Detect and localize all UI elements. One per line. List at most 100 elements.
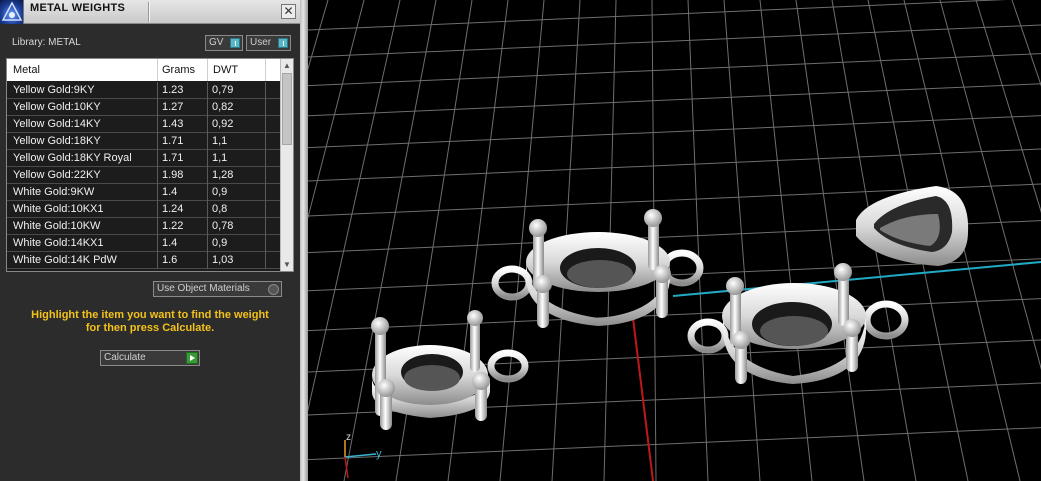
cell-grams: 1.6 xyxy=(162,254,178,266)
3d-viewport[interactable]: z y xyxy=(308,0,1041,481)
column-header-metal[interactable]: Metal xyxy=(13,64,40,76)
cell-grams: 1.22 xyxy=(162,220,184,232)
gv-filter-label: GV xyxy=(209,37,224,48)
column-divider xyxy=(207,167,208,184)
column-divider xyxy=(265,252,266,269)
table-row[interactable]: Yellow Gold:18KY 1.71 1,1 xyxy=(7,133,281,150)
cell-grams: 1.71 xyxy=(162,152,184,164)
calculate-button[interactable]: Calculate xyxy=(100,350,200,366)
column-divider xyxy=(265,116,266,133)
column-header-dwt[interactable]: DWT xyxy=(213,64,238,76)
column-divider xyxy=(157,150,158,167)
cell-dwt: 0,79 xyxy=(212,84,234,96)
cell-dwt: 0,82 xyxy=(212,101,234,113)
cell-dwt: 1,03 xyxy=(212,254,234,266)
column-divider xyxy=(207,184,208,201)
column-divider xyxy=(207,99,208,116)
cell-metal: Yellow Gold:18KY xyxy=(13,135,101,147)
column-divider xyxy=(265,235,266,252)
metal-weights-panel: METAL WEIGHTS ✕ Library: METAL GV User M… xyxy=(0,0,300,481)
cell-grams: 1.4 xyxy=(162,237,178,249)
play-arrow-icon[interactable] xyxy=(186,352,198,364)
column-divider xyxy=(157,167,158,184)
metal-table[interactable]: Metal Grams DWT Yellow Gold:9KY 1.23 0,79 Y… xyxy=(6,58,294,272)
table-row[interactable]: Yellow Gold:22KY 1.98 1,28 xyxy=(7,167,281,184)
column-divider xyxy=(207,59,208,81)
axis-gizmo: z y xyxy=(344,432,382,479)
column-divider xyxy=(157,184,158,201)
viewport-canvas: z y xyxy=(308,0,1041,481)
cell-metal: Yellow Gold:22KY xyxy=(13,169,101,181)
y-axis-label: y xyxy=(376,448,382,460)
cell-grams: 1.43 xyxy=(162,118,184,130)
column-divider xyxy=(157,82,158,99)
cell-metal: Yellow Gold:18KY Royal xyxy=(13,152,132,164)
table-row[interactable]: White Gold:10KX1 1.24 0,8 xyxy=(7,201,281,218)
column-divider xyxy=(157,99,158,116)
user-filter-label: User xyxy=(250,37,272,48)
close-icon[interactable]: ✕ xyxy=(281,4,296,19)
library-label: Library: METAL xyxy=(12,37,81,48)
column-divider xyxy=(265,82,266,99)
column-divider xyxy=(265,99,266,116)
large-oval-setting-left[interactable] xyxy=(491,209,704,328)
column-divider xyxy=(265,150,266,167)
column-divider xyxy=(157,218,158,235)
column-divider xyxy=(207,82,208,99)
scroll-thumb[interactable] xyxy=(282,73,292,145)
cell-dwt: 0,92 xyxy=(212,118,234,130)
titlebar[interactable]: METAL WEIGHTS ✕ xyxy=(0,0,300,24)
cell-metal: Yellow Gold:10KY xyxy=(13,101,101,113)
panel-title: METAL WEIGHTS xyxy=(30,2,126,14)
bail-loop[interactable] xyxy=(856,186,969,266)
scroll-down-icon[interactable]: ▼ xyxy=(281,258,293,271)
column-divider xyxy=(207,116,208,133)
column-divider xyxy=(157,59,158,81)
panel-splitter[interactable] xyxy=(300,0,308,481)
table-scrollbar[interactable]: ▲ ▼ xyxy=(280,59,293,271)
column-divider xyxy=(265,59,266,81)
toggle-icon[interactable] xyxy=(278,38,288,48)
table-body: Yellow Gold:9KY 1.23 0,79 Yellow Gold:10KY 1… xyxy=(7,82,281,269)
gv-filter[interactable]: GV xyxy=(205,35,243,51)
column-divider xyxy=(157,252,158,269)
cell-metal: White Gold:14K PdW xyxy=(13,254,117,266)
cell-grams: 1.4 xyxy=(162,186,178,198)
cell-metal: White Gold:10KX1 xyxy=(13,203,104,215)
scroll-up-icon[interactable]: ▲ xyxy=(281,59,293,72)
column-divider xyxy=(207,235,208,252)
small-oval-setting[interactable] xyxy=(371,310,529,430)
column-divider xyxy=(265,167,266,184)
column-header-grams[interactable]: Grams xyxy=(162,64,195,76)
cell-grams: 1.24 xyxy=(162,203,184,215)
table-row[interactable]: White Gold:9KW 1.4 0,9 xyxy=(7,184,281,201)
cell-metal: White Gold:9KW xyxy=(13,186,95,198)
table-row[interactable]: Yellow Gold:10KY 1.27 0,82 xyxy=(7,99,281,116)
column-divider xyxy=(265,184,266,201)
z-axis-label: z xyxy=(346,432,351,443)
calculate-label: Calculate xyxy=(104,352,146,363)
cell-grams: 1.71 xyxy=(162,135,184,147)
table-row[interactable]: White Gold:10KW 1.22 0,78 xyxy=(7,218,281,235)
user-filter[interactable]: User xyxy=(246,35,291,51)
table-row[interactable]: Yellow Gold:9KY 1.23 0,79 xyxy=(7,82,281,99)
use-object-materials-toggle[interactable]: Use Object Materials xyxy=(153,281,282,297)
radio-icon[interactable] xyxy=(268,284,279,295)
table-header: Metal Grams DWT xyxy=(7,59,281,81)
table-row[interactable]: White Gold:14KX1 1.4 0,9 xyxy=(7,235,281,252)
table-row[interactable]: Yellow Gold:14KY 1.43 0,92 xyxy=(7,116,281,133)
hint-line-2: for then press Calculate. xyxy=(85,322,215,334)
cell-dwt: 0,9 xyxy=(212,186,228,198)
large-oval-setting-right[interactable] xyxy=(687,263,909,384)
toggle-icon[interactable] xyxy=(230,38,240,48)
column-divider xyxy=(157,201,158,218)
cell-dwt: 1,28 xyxy=(212,169,234,181)
column-divider xyxy=(265,218,266,235)
cell-metal: White Gold:10KW xyxy=(13,220,101,232)
cell-metal: Yellow Gold:9KY xyxy=(13,84,95,96)
table-row[interactable]: White Gold:14K PdW 1.6 1,03 xyxy=(7,252,281,269)
use-object-materials-label: Use Object Materials xyxy=(157,283,250,294)
table-row[interactable]: Yellow Gold:18KY Royal 1.71 1,1 xyxy=(7,150,281,167)
cell-metal: Yellow Gold:14KY xyxy=(13,118,101,130)
column-divider xyxy=(157,116,158,133)
